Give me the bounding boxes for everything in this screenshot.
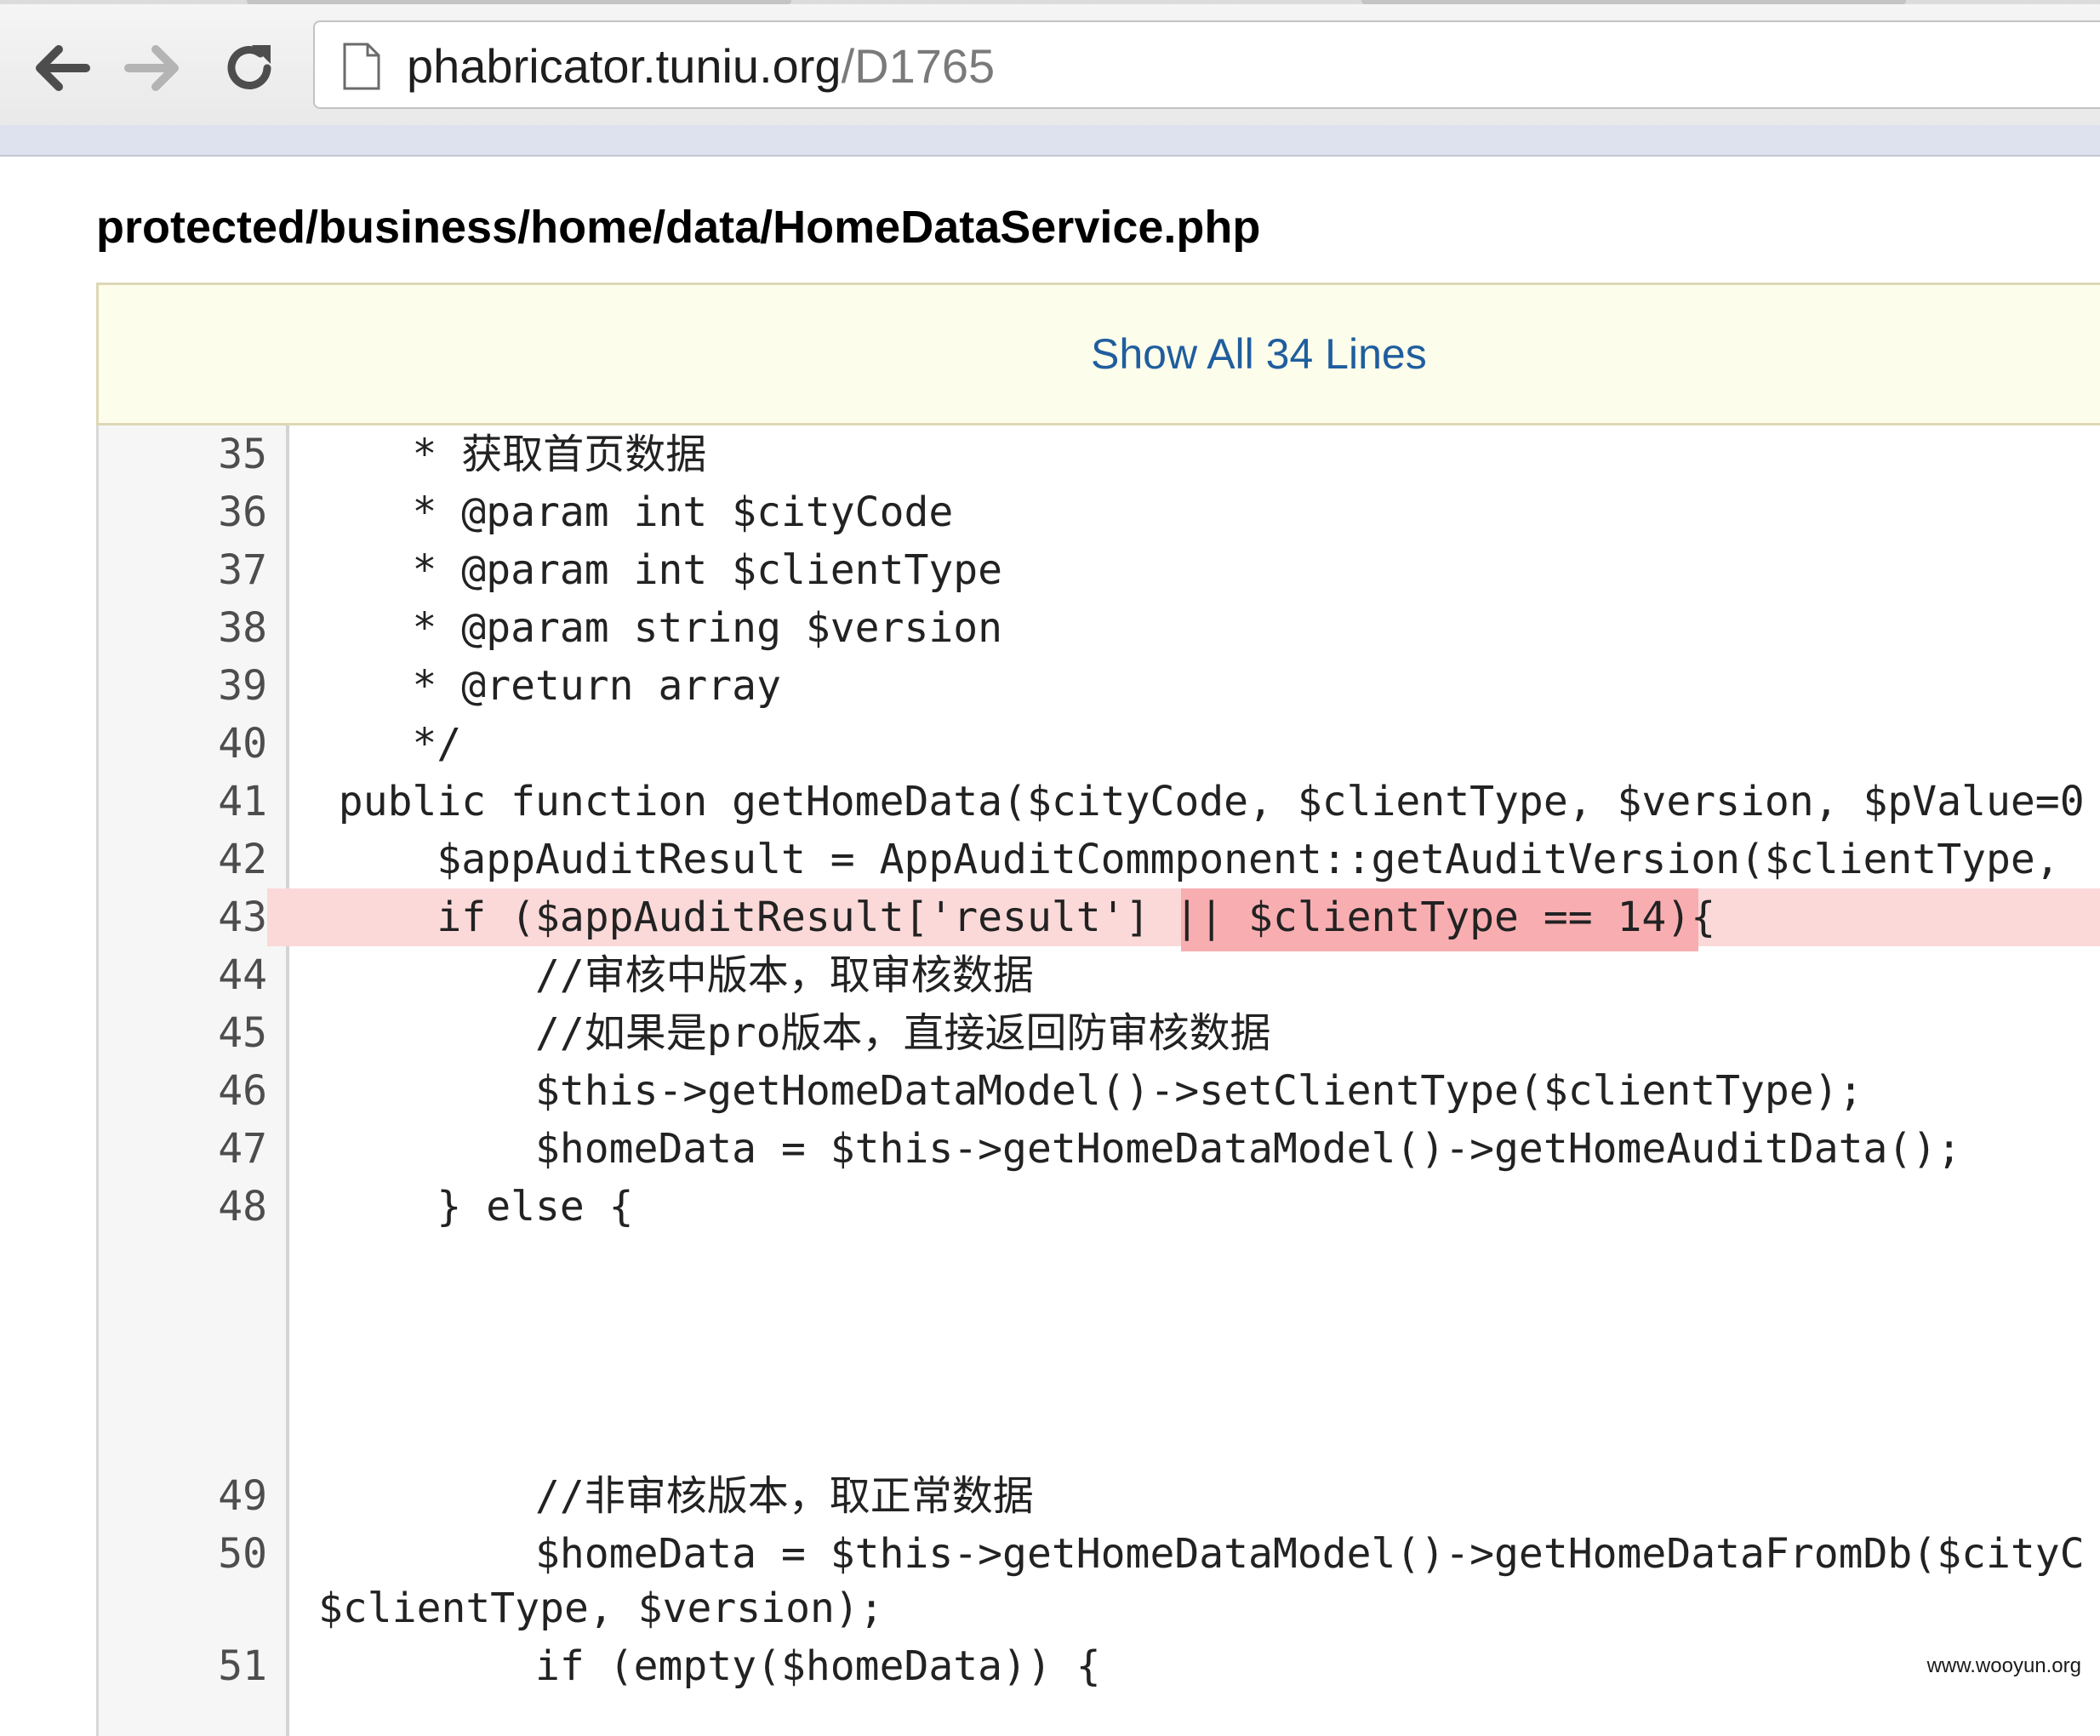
back-button[interactable] — [22, 30, 99, 106]
line-content: $appAuditResult = AppAuditCommponent::ge… — [289, 836, 2060, 883]
line-content: //非审核版本，取正常数据 — [289, 1472, 1034, 1520]
line-content: $this->getHomeDataModel()->setClientType… — [289, 1067, 1863, 1115]
code-line: 49 //非审核版本，取正常数据 — [99, 1467, 2100, 1525]
line-number[interactable]: 40 — [99, 715, 267, 773]
watermark: www.wooyun.org — [1926, 1654, 2081, 1677]
line-number[interactable]: 51 — [99, 1637, 267, 1695]
back-arrow-icon — [36, 45, 90, 91]
code-line: 35 * 获取首页数据 — [99, 425, 2100, 483]
code-line: 37 * @param int $clientType — [99, 541, 2100, 599]
show-all-lines-button[interactable]: Show All 34 Lines — [96, 283, 2100, 425]
code-block: 35 * 获取首页数据 36 * @param int $cityCode 37… — [96, 425, 2100, 1736]
code-line: 36 * @param int $cityCode — [99, 483, 2100, 541]
line-content: $homeData = $this->getHomeDataModel()->g… — [289, 1125, 1962, 1173]
line-number[interactable]: 49 — [99, 1467, 267, 1525]
code-line-changed: 43 if ($appAuditResult['result'] || $cli… — [99, 888, 2100, 951]
reload-button[interactable] — [211, 30, 288, 106]
page-icon — [343, 43, 380, 90]
code-line: 40 */ — [99, 715, 2100, 773]
line-content: public function getHomeData($cityCode, $… — [289, 778, 2085, 825]
line-number[interactable]: 37 — [99, 541, 267, 599]
line-number[interactable]: 44 — [99, 946, 267, 1004]
code-line: 39 * @return array — [99, 657, 2100, 715]
url-path: /D1765 — [841, 39, 996, 93]
line-number[interactable]: 38 — [99, 599, 267, 657]
line-number[interactable]: 39 — [99, 657, 267, 715]
line-content: * @param int $clientType — [289, 546, 1003, 594]
line-number[interactable]: 50 — [99, 1525, 267, 1583]
line-number[interactable]: 48 — [99, 1178, 267, 1236]
line-content: * @return array — [289, 662, 781, 710]
show-all-lines-label: Show All 34 Lines — [1091, 330, 1427, 378]
code-line: 46 $this->getHomeDataModel()->setClientT… — [99, 1062, 2100, 1120]
line-content: if (empty($homeData)) { — [289, 1642, 1101, 1690]
url-host: phabricator.tuniu.org — [407, 39, 842, 93]
line-content: $homeData = $this->getHomeDataModel()->g… — [289, 1530, 2085, 1578]
code-line: 38 * @param string $version — [99, 599, 2100, 657]
line-number[interactable]: 41 — [99, 773, 267, 831]
line-content: $clientType, $version); — [318, 1585, 884, 1632]
forward-button[interactable] — [116, 30, 192, 106]
address-bar[interactable]: phabricator.tuniu.org/D1765 — [313, 20, 2100, 109]
code-line: 44 //审核中版本，取审核数据 — [99, 946, 2100, 1004]
code-line: 48 } else { — [99, 1178, 2100, 1236]
line-content: } else { — [289, 1183, 634, 1231]
code-line: 45 //如果是pro版本，直接返回防审核数据 — [99, 1004, 2100, 1062]
address-url[interactable]: phabricator.tuniu.org/D1765 — [407, 39, 995, 94]
code-line: 47 $homeData = $this->getHomeDataModel()… — [99, 1120, 2100, 1178]
code-line: 50 $homeData = $this->getHomeDataModel()… — [99, 1525, 2100, 1583]
line-number[interactable]: 46 — [99, 1062, 267, 1120]
code-line: 42 $appAuditResult = AppAuditCommponent:… — [99, 831, 2100, 888]
line-number[interactable]: 42 — [99, 831, 267, 888]
bookmark-bar — [0, 125, 2100, 157]
line-number[interactable]: 47 — [99, 1120, 267, 1178]
code-line: 41 public function getHomeData($cityCode… — [99, 773, 2100, 831]
line-content: */ — [289, 720, 462, 768]
line-content: //如果是pro版本，直接返回防审核数据 — [289, 1009, 1271, 1057]
browser-toolbar: phabricator.tuniu.org/D1765 — [0, 4, 2100, 125]
line-number[interactable]: 45 — [99, 1004, 267, 1062]
line-content: * 获取首页数据 — [289, 431, 707, 478]
diff-view: Show All 34 Lines 35 * 获取首页数据 36 * @para… — [96, 283, 2100, 1736]
forward-arrow-icon — [124, 45, 179, 91]
line-content: if ($appAuditResult['result'] || $client… — [289, 894, 1716, 941]
line-number[interactable]: 43 — [99, 888, 267, 946]
line-number[interactable]: 36 — [99, 483, 267, 541]
reload-icon — [227, 45, 271, 89]
code-line: 51 if (empty($homeData)) { — [99, 1637, 2100, 1695]
code-line-wrap: $clientType, $version); — [99, 1579, 2100, 1637]
line-number[interactable]: 35 — [99, 425, 267, 483]
file-path-heading: protected/business/home/data/HomeDataSer… — [96, 202, 1261, 253]
line-content: //审核中版本，取审核数据 — [289, 951, 1034, 999]
line-content: * @param int $cityCode — [289, 488, 954, 536]
line-content: * @param string $version — [289, 604, 1003, 652]
